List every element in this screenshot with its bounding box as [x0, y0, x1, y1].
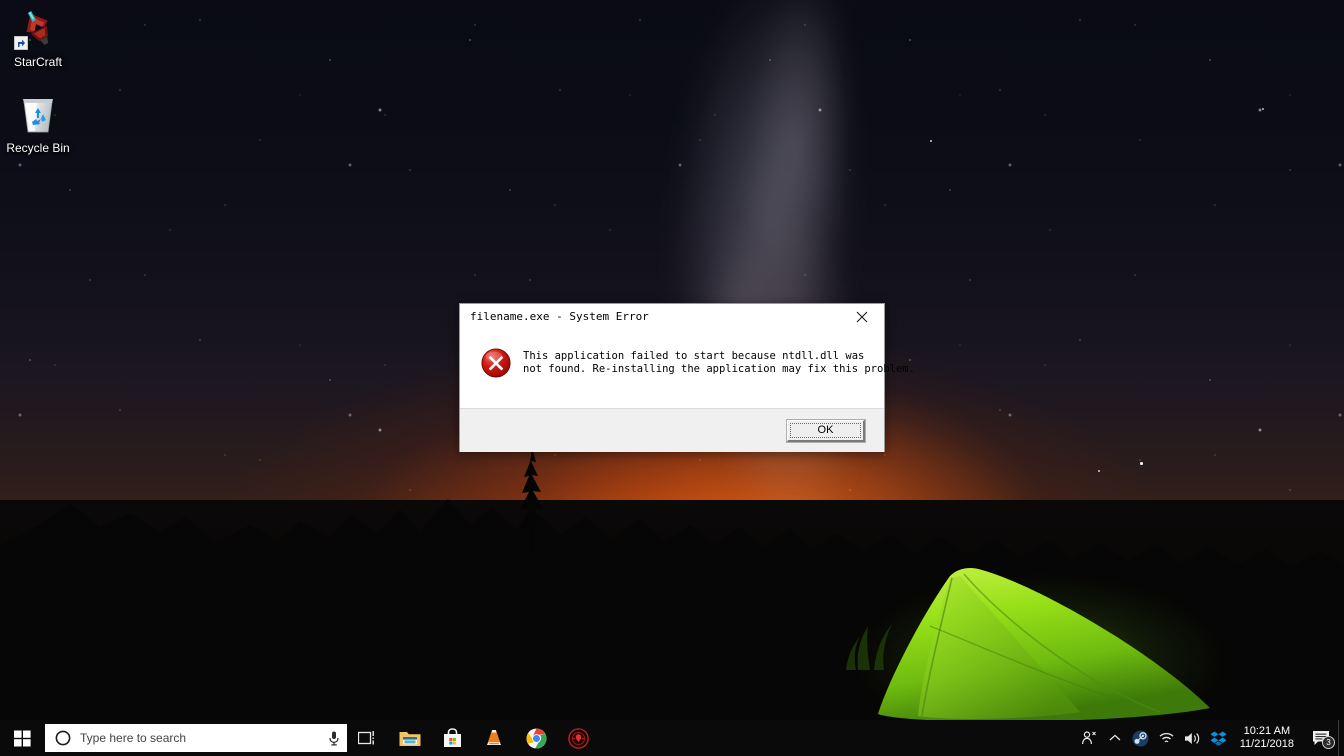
recycle-bin-icon: [0, 92, 76, 138]
clock-date: 11/21/2018: [1239, 738, 1294, 750]
grass-silhouette: [846, 624, 892, 670]
action-center-button[interactable]: 3: [1304, 720, 1338, 756]
error-icon: [481, 348, 511, 378]
cortana-circle-icon: [55, 730, 71, 746]
bright-star: [930, 140, 932, 142]
system-tray[interactable]: 10:21 AM 11/21/2018 3: [1076, 720, 1344, 756]
show-desktop-button[interactable]: [1338, 720, 1344, 756]
tray-show-hidden-icons[interactable]: [1102, 720, 1128, 756]
starcraft-shortcut-icon: [0, 6, 76, 52]
windows-logo-icon: [13, 730, 31, 746]
taskbar-app-microsoft-store[interactable]: [431, 720, 473, 756]
bright-star: [1262, 108, 1264, 110]
clock-time: 10:21 AM: [1243, 725, 1291, 737]
close-icon[interactable]: [840, 304, 884, 329]
taskbar-app-file-explorer[interactable]: [389, 720, 431, 756]
task-view-button[interactable]: [347, 720, 389, 756]
ok-button[interactable]: OK: [786, 418, 866, 443]
dialog-footer: OK: [460, 408, 884, 452]
start-button[interactable]: [0, 720, 44, 756]
microphone-icon[interactable]: [321, 730, 347, 746]
file-explorer-icon: [399, 731, 421, 746]
search-input[interactable]: Type here to search: [45, 724, 347, 752]
vlc-cone-icon: [487, 730, 501, 745]
taskbar-app-chrome[interactable]: [515, 720, 557, 756]
dialog-body: This application failed to start because…: [460, 329, 915, 408]
desktop-icon-label: StarCraft: [13, 55, 62, 69]
chrome-icon: [526, 728, 546, 748]
red-circle-game-icon: [567, 727, 589, 749]
taskbar-app-vlc[interactable]: [473, 720, 515, 756]
ok-button-label: OK: [790, 422, 861, 438]
tray-wifi-icon[interactable]: [1154, 720, 1180, 756]
chevron-up-icon: [1109, 734, 1121, 741]
tray-steam-icon[interactable]: [1128, 720, 1154, 756]
dialog-title: filename.exe - System Error: [470, 310, 649, 323]
dialog-titlebar[interactable]: filename.exe - System Error: [460, 304, 884, 329]
taskbar-app-game-launcher[interactable]: [557, 720, 599, 756]
microsoft-store-icon: [443, 728, 461, 747]
close-x-glyph: [856, 311, 868, 322]
dialog-message: This application failed to start because…: [523, 345, 915, 375]
dialog-message-line2: not found. Re-installing the application…: [523, 362, 915, 375]
search-placeholder: Type here to search: [80, 731, 187, 745]
system-error-dialog[interactable]: filename.exe - System Error This applica…: [459, 303, 915, 452]
desktop-icon-recycle-bin[interactable]: Recycle Bin: [0, 92, 76, 155]
tray-dropbox-icon[interactable]: [1206, 720, 1232, 756]
desktop-icon-starcraft[interactable]: StarCraft: [0, 6, 76, 69]
tray-volume-icon[interactable]: [1180, 720, 1206, 756]
taskbar[interactable]: Type here to search 10:21 AM 11/21/2018 …: [0, 720, 1344, 756]
tray-people-icon[interactable]: [1076, 720, 1102, 756]
desktop-icon-label: Recycle Bin: [6, 141, 70, 155]
conifer-tree-silhouette: [518, 448, 546, 558]
task-view-icon: [358, 731, 374, 745]
taskbar-clock[interactable]: 10:21 AM 11/21/2018: [1232, 725, 1304, 751]
notification-badge: 3: [1322, 736, 1335, 749]
dialog-message-line1: This application failed to start because…: [523, 350, 865, 362]
